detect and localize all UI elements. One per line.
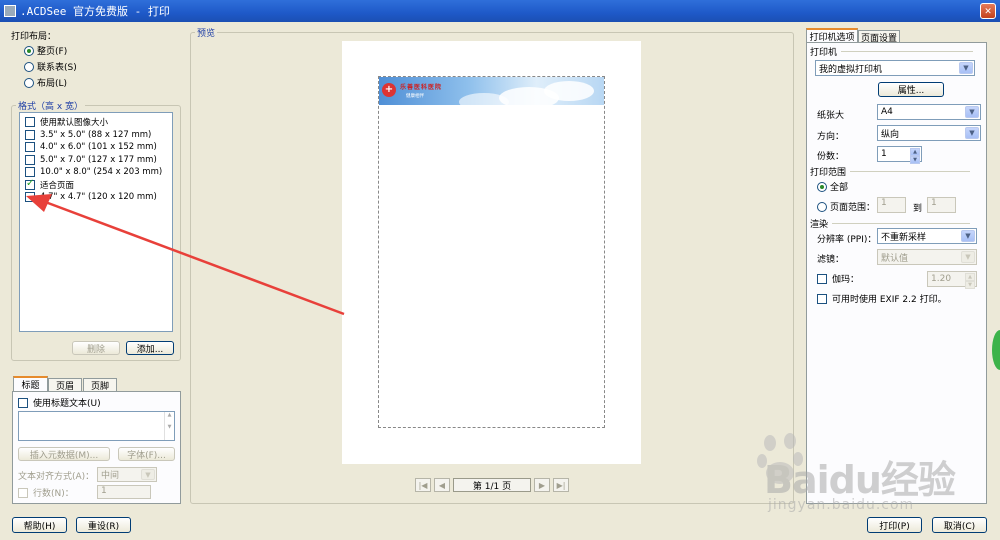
reset-button[interactable]: 重设(R) bbox=[76, 517, 131, 533]
chevron-down-icon: ▼ bbox=[961, 251, 975, 263]
range-to-input[interactable]: 1 bbox=[927, 197, 956, 213]
range-all-radio[interactable]: 全部 bbox=[817, 180, 848, 193]
chevron-down-icon: ▼ bbox=[961, 230, 975, 242]
watermark-url: jingyan.baidu.com bbox=[768, 497, 915, 513]
printer-select[interactable]: 我的虚拟打印机 ▼ bbox=[815, 60, 975, 76]
chevron-down-icon: ▼ bbox=[959, 62, 973, 74]
radio-indicator bbox=[817, 201, 827, 212]
watermark-brand: Baidu经验 bbox=[764, 458, 956, 502]
dpi-label: 分辨率 (PPI)： bbox=[817, 235, 877, 245]
paper-size-label: 纸张大 bbox=[817, 111, 845, 121]
checkbox[interactable] bbox=[817, 273, 827, 284]
up-arrow-icon[interactable]: ▲ bbox=[965, 273, 975, 281]
printer-section-title: 打印机 bbox=[810, 45, 974, 58]
range-pages-radio[interactable]: 页面范围： bbox=[817, 200, 875, 213]
copies-label: 份数： bbox=[817, 152, 845, 162]
chevron-down-icon: ▼ bbox=[965, 127, 979, 139]
orientation-label: 方向： bbox=[817, 132, 845, 142]
exif-checkbox[interactable]: 可用时使用 EXIF 2.2 打印。 bbox=[817, 292, 947, 305]
up-arrow-icon[interactable]: ▲ bbox=[910, 148, 920, 156]
tab-printer-options[interactable]: 打印机选项 bbox=[806, 28, 858, 43]
radio-indicator bbox=[817, 181, 827, 192]
help-button[interactable]: 帮助(H) bbox=[12, 517, 67, 533]
copies-stepper[interactable]: 1 ▲ ▼ bbox=[877, 146, 922, 164]
filter-label: 滤镜： bbox=[817, 255, 845, 265]
range-to-label: 到 bbox=[913, 204, 923, 214]
filter-select[interactable]: 默认值 ▼ bbox=[877, 249, 977, 265]
chevron-down-icon: ▼ bbox=[965, 106, 979, 118]
gamma-checkbox[interactable]: 伽玛： bbox=[817, 272, 859, 285]
print-range-section-title: 打印范围 bbox=[810, 165, 971, 178]
range-from-input[interactable]: 1 bbox=[877, 197, 906, 213]
gamma-stepper[interactable]: 1.20 ▲ ▼ bbox=[927, 271, 977, 289]
baidu-watermark: Baidu经验 jingyan.baidu.com bbox=[756, 425, 966, 520]
down-arrow-icon[interactable]: ▼ bbox=[965, 281, 975, 289]
dpi-select[interactable]: 不重新采样 ▼ bbox=[877, 228, 977, 244]
properties-button[interactable]: 属性... bbox=[878, 82, 944, 97]
down-arrow-icon[interactable]: ▼ bbox=[910, 156, 920, 164]
orientation-select[interactable]: 纵向 ▼ bbox=[877, 125, 981, 141]
checkbox[interactable] bbox=[817, 293, 827, 304]
paper-size-select[interactable]: A4 ▼ bbox=[877, 104, 981, 120]
